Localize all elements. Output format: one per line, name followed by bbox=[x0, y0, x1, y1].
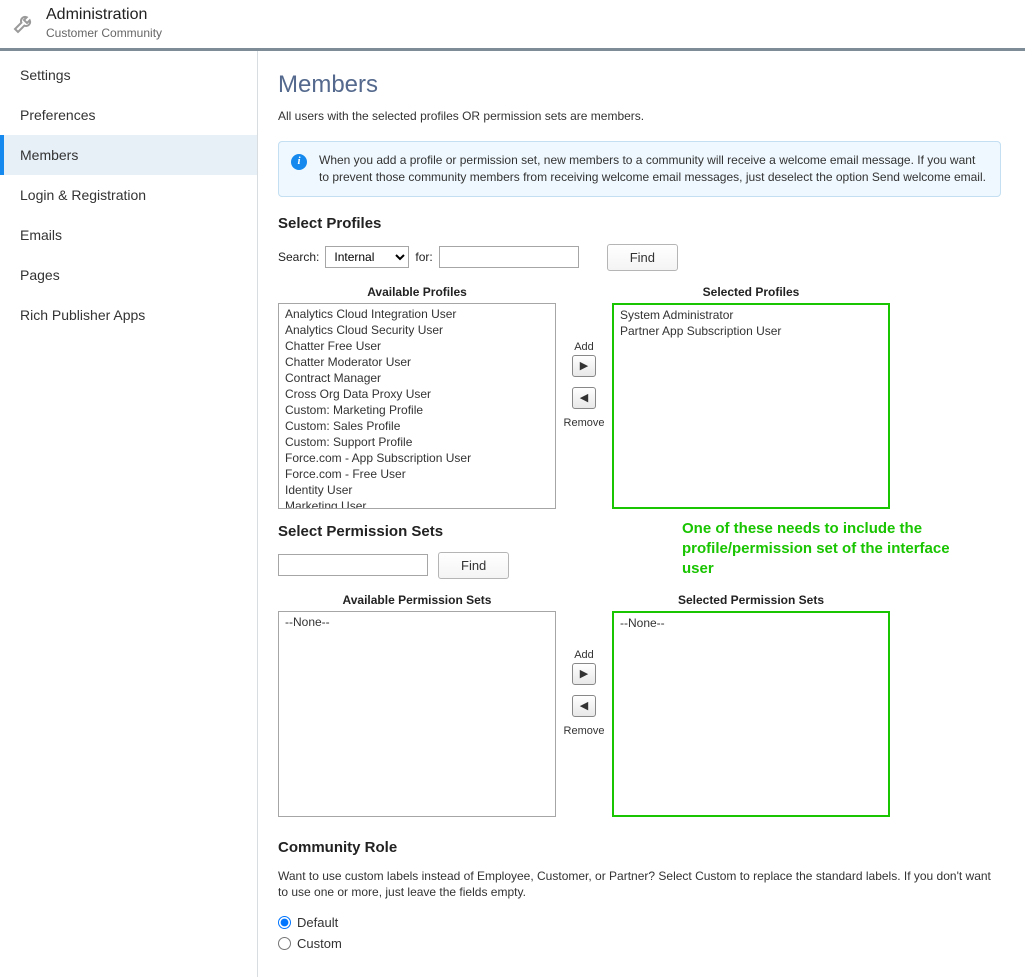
search-type-select[interactable]: Internal bbox=[325, 246, 409, 268]
add-permset-label: Add bbox=[574, 649, 594, 661]
available-permsets-header: Available Permission Sets bbox=[278, 593, 556, 611]
list-item[interactable]: Identity User bbox=[279, 482, 555, 498]
info-text: When you add a profile or permission set… bbox=[319, 153, 986, 184]
sidebar-item-login-registration[interactable]: Login & Registration bbox=[0, 175, 257, 215]
role-custom-option[interactable]: Custom bbox=[278, 936, 1001, 951]
permsets-dual-list: Available Permission Sets --None-- Add ▶… bbox=[278, 593, 1001, 817]
list-item[interactable]: Contract Manager bbox=[279, 370, 555, 386]
list-item[interactable]: Chatter Moderator User bbox=[279, 354, 555, 370]
selected-profiles-listbox[interactable]: System AdministratorPartner App Subscrip… bbox=[612, 303, 890, 509]
list-item[interactable]: Cross Org Data Proxy User bbox=[279, 386, 555, 402]
list-item[interactable]: Custom: Sales Profile bbox=[279, 418, 555, 434]
info-banner: i When you add a profile or permission s… bbox=[278, 141, 1001, 197]
header-subtitle: Customer Community bbox=[46, 26, 162, 40]
list-item[interactable]: Analytics Cloud Integration User bbox=[279, 306, 555, 322]
available-profiles-listbox[interactable]: Analytics Cloud Integration UserAnalytic… bbox=[278, 303, 556, 509]
sidebar: Settings Preferences Members Login & Reg… bbox=[0, 51, 258, 977]
list-item[interactable]: Marketing User bbox=[279, 498, 555, 509]
main-content: Members All users with the selected prof… bbox=[258, 51, 1025, 977]
add-permset-button[interactable]: ▶ bbox=[572, 663, 596, 685]
profiles-search-row: Search: Internal for: Find bbox=[278, 244, 1001, 271]
available-permsets-listbox[interactable]: --None-- bbox=[278, 611, 556, 817]
list-item[interactable]: Partner App Subscription User bbox=[614, 323, 888, 339]
profiles-dual-list: Available Profiles Analytics Cloud Integ… bbox=[278, 285, 1001, 509]
selected-permsets-header: Selected Permission Sets bbox=[612, 593, 890, 611]
sidebar-item-preferences[interactable]: Preferences bbox=[0, 95, 257, 135]
app-header: Administration Customer Community bbox=[0, 0, 1025, 48]
list-item[interactable]: Custom: Support Profile bbox=[279, 434, 555, 450]
sidebar-item-emails[interactable]: Emails bbox=[0, 215, 257, 255]
selected-profiles-header: Selected Profiles bbox=[612, 285, 890, 303]
selected-permsets-listbox[interactable]: --None-- bbox=[612, 611, 890, 817]
remove-permset-label: Remove bbox=[564, 725, 605, 737]
list-item[interactable]: Force.com - App Subscription User bbox=[279, 450, 555, 466]
profiles-section-title: Select Profiles bbox=[278, 215, 1001, 232]
remove-profile-button[interactable]: ◀ bbox=[572, 387, 596, 409]
list-item[interactable]: Chatter Free User bbox=[279, 338, 555, 354]
sidebar-item-pages[interactable]: Pages bbox=[0, 255, 257, 295]
list-item[interactable]: Custom: Marketing Profile bbox=[279, 402, 555, 418]
available-profiles-header: Available Profiles bbox=[278, 285, 556, 303]
wrench-icon bbox=[10, 9, 38, 37]
search-for-input[interactable] bbox=[439, 246, 579, 268]
list-item[interactable]: Analytics Cloud Security User bbox=[279, 322, 555, 338]
sidebar-item-members[interactable]: Members bbox=[0, 135, 257, 175]
role-custom-radio[interactable] bbox=[278, 937, 291, 950]
remove-label: Remove bbox=[564, 417, 605, 429]
sidebar-item-settings[interactable]: Settings bbox=[0, 55, 257, 95]
permsets-section-title: Select Permission Sets bbox=[278, 523, 612, 540]
header-title: Administration bbox=[46, 6, 162, 24]
role-default-radio[interactable] bbox=[278, 916, 291, 929]
search-label: Search: bbox=[278, 250, 319, 264]
info-icon: i bbox=[291, 154, 307, 170]
annotation-text: One of these needs to include the profil… bbox=[682, 519, 982, 580]
remove-permset-button[interactable]: ◀ bbox=[572, 695, 596, 717]
find-profiles-button[interactable]: Find bbox=[607, 244, 678, 271]
page-description: All users with the selected profiles OR … bbox=[278, 109, 1001, 123]
role-default-option[interactable]: Default bbox=[278, 915, 1001, 930]
page-title: Members bbox=[278, 71, 1001, 99]
sidebar-item-rich-publisher-apps[interactable]: Rich Publisher Apps bbox=[0, 295, 257, 335]
list-item[interactable]: System Administrator bbox=[614, 307, 888, 323]
list-item[interactable]: Force.com - Free User bbox=[279, 466, 555, 482]
role-description: Want to use custom labels instead of Emp… bbox=[278, 868, 1001, 902]
add-label: Add bbox=[574, 341, 594, 353]
role-section-title: Community Role bbox=[278, 839, 1001, 856]
list-item[interactable]: --None-- bbox=[614, 615, 888, 631]
find-permsets-button[interactable]: Find bbox=[438, 552, 509, 579]
for-label: for: bbox=[415, 250, 432, 264]
list-item[interactable]: --None-- bbox=[279, 614, 555, 630]
permsets-search-input[interactable] bbox=[278, 554, 428, 576]
add-profile-button[interactable]: ▶ bbox=[572, 355, 596, 377]
